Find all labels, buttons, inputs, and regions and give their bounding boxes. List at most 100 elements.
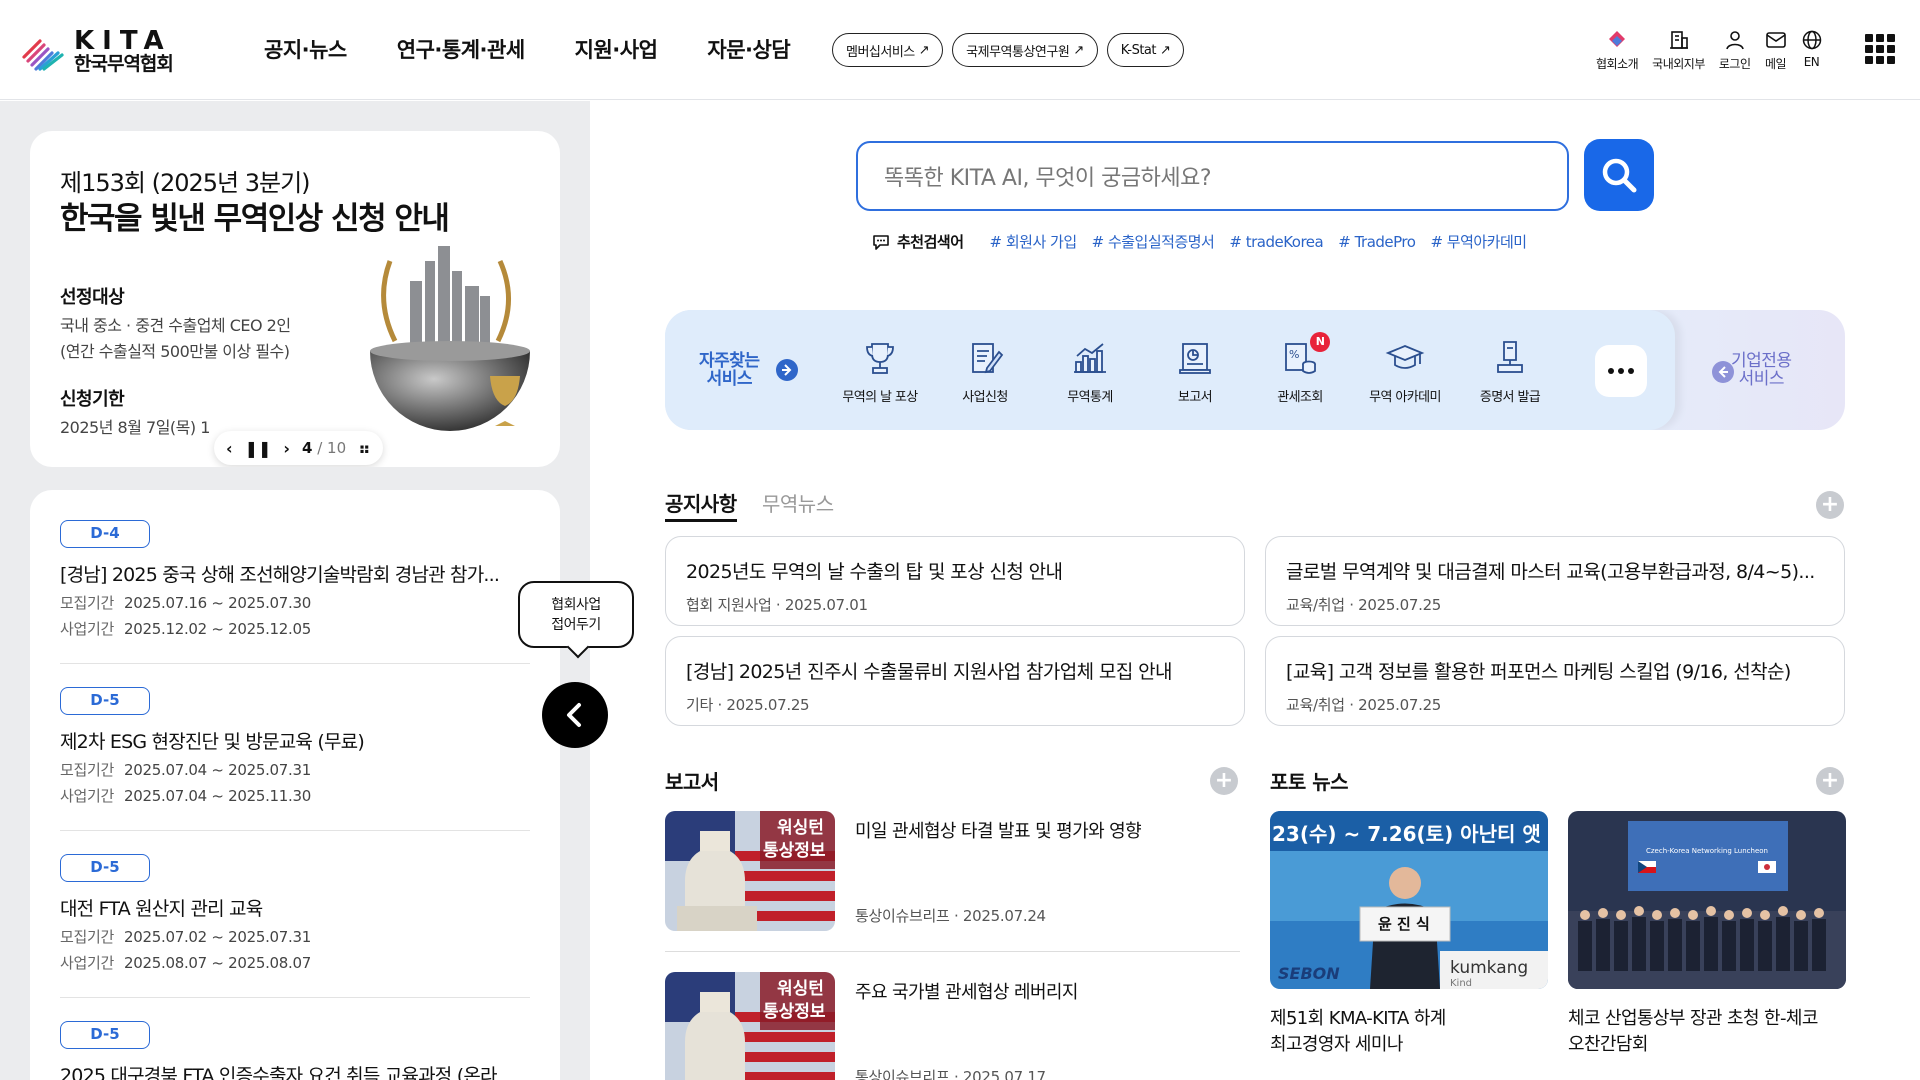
util-mail[interactable]: 메일 xyxy=(1765,29,1787,72)
report-thumbnail: 워싱턴 통상정보 xyxy=(665,972,835,1080)
util-login[interactable]: 로그인 xyxy=(1719,29,1751,72)
notice-meta: 협회 지원사업 · 2025.07.01 xyxy=(686,596,868,614)
list-item[interactable]: D-5 2025 대구경북 FTA 인증수출자 요건 취득 교육과정 (온라 xyxy=(60,1021,530,1080)
promo-banner[interactable]: 제153회 (2025년 3분기) 한국을 빛낸 무역인상 신청 안내 선정대상… xyxy=(30,131,560,467)
keyword-tag[interactable]: # 회원사 가입 xyxy=(990,231,1078,252)
nav-support-projects[interactable]: 지원·사업 xyxy=(575,34,658,64)
iit-link[interactable]: 국제무역통상연구원 ↗ xyxy=(952,33,1098,67)
chevron-left-icon[interactable]: ‹ xyxy=(226,439,233,458)
quick-tariff-lookup[interactable]: N % 관세조회 xyxy=(1250,332,1350,405)
external-links: 멤버십서비스 ↗ 국제무역통상연구원 ↗ K-Stat ↗ xyxy=(832,33,1185,67)
notice-meta: 교육/취업 · 2025.07.25 xyxy=(1286,696,1442,714)
keyword-tag[interactable]: # 무역아카데미 xyxy=(1430,231,1527,252)
recommended-keywords: 추천검색어 # 회원사 가입 # 수출입실적증명서 # tradeKorea #… xyxy=(871,231,1542,252)
notice-meta: 교육/취업 · 2025.07.25 xyxy=(1286,596,1442,614)
notice-more-plus-icon[interactable]: + xyxy=(1816,491,1844,519)
search-input[interactable]: 똑똑한 KITA AI, 무엇이 궁금하세요? xyxy=(856,141,1569,211)
recruit-period: 모집기간 2025.07.02 ~ 2025.07.31 xyxy=(60,927,530,948)
quick-certificate[interactable]: 증명서 발급 xyxy=(1460,338,1560,405)
podium-subtext: Kind xyxy=(1450,978,1472,989)
photo-thumbnail[interactable]: 23(수) ~ 7.26(토) 아난티 앳 부 윤 진 식 kumkang Ki… xyxy=(1270,811,1548,989)
report-item[interactable]: 워싱턴 통상정보 주요 국가별 관세협상 레버리지 통상이슈브리프 · 2025… xyxy=(665,972,1240,1080)
external-arrow-icon: ↗ xyxy=(1073,42,1084,58)
dday-badge: D-4 xyxy=(60,520,150,548)
grid-view-icon[interactable]: ⠶ xyxy=(358,439,371,458)
recruit-period: 모집기간 2025.07.16 ~ 2025.07.30 xyxy=(60,593,530,614)
photo-more-plus-icon[interactable]: + xyxy=(1816,767,1844,795)
chevron-right-icon[interactable]: › xyxy=(283,439,290,458)
pause-icon[interactable]: ❚❚ xyxy=(245,439,272,458)
photo-caption-line1: 제51회 KMA-KITA 하계 xyxy=(1270,1008,1446,1029)
quick-label: 무역의 날 포상 xyxy=(842,390,918,405)
search-icon xyxy=(1602,158,1637,193)
notice-card[interactable]: 글로벌 무역계약 및 대금결제 마스터 교육(고용부환급과정, 8/4~5)..… xyxy=(1265,536,1845,626)
kstat-link[interactable]: K-Stat ↗ xyxy=(1106,33,1185,67)
recruit-label: 모집기간 xyxy=(60,928,115,946)
membership-link[interactable]: 멤버십서비스 ↗ xyxy=(832,33,944,67)
util-english[interactable]: EN xyxy=(1801,29,1823,72)
report-date: 2025.07.24 xyxy=(962,907,1046,925)
search-button[interactable] xyxy=(1584,139,1654,211)
bar-chart-icon xyxy=(1074,343,1106,373)
thumb-text-2: 통상정보 xyxy=(763,1002,826,1022)
promo-target-line2: (연간 수출실적 500만불 이상 필수) xyxy=(60,342,290,361)
quick-trade-stats[interactable]: 무역통계 xyxy=(1040,338,1140,405)
photo-thumbnail[interactable]: Czech-Korea Networking Luncheon xyxy=(1568,811,1846,989)
util-about[interactable]: 협회소개 xyxy=(1596,29,1639,72)
keyword-tag[interactable]: # 수출입실적증명서 xyxy=(1092,231,1215,252)
report-meta: 통상이슈브리프 · 2025.07.24 xyxy=(855,907,1046,925)
promo-target-line1: 국내 중소 · 중견 수출업체 CEO 2인 xyxy=(60,316,291,335)
corporate-services-label[interactable]: 기업전용 서비스 xyxy=(1731,352,1792,388)
building-icon xyxy=(1669,31,1688,49)
photo-caption[interactable]: 제51회 KMA-KITA 하계 최고경영자 세미나 xyxy=(1270,1006,1446,1058)
nav-research-stats[interactable]: 연구·통계·관세 xyxy=(397,34,525,64)
quick-trade-day-award[interactable]: 무역의 날 포상 xyxy=(830,338,930,405)
nav-consulting[interactable]: 자문·상담 xyxy=(707,34,790,64)
report-thumbnail: 워싱턴 통상정보 xyxy=(665,811,835,931)
report-date: 2025.07.17 xyxy=(962,1068,1046,1080)
quick-reports[interactable]: 보고서 xyxy=(1145,338,1245,405)
project-label: 사업기간 xyxy=(60,954,115,972)
report-title: 미일 관세협상 타결 발표 및 평가와 영향 xyxy=(855,821,1142,842)
list-item[interactable]: D-5 대전 FTA 원산지 관리 교육 모집기간 2025.07.02 ~ 20… xyxy=(60,854,530,998)
certificate-icon xyxy=(1497,341,1523,373)
arrow-left-circle-icon[interactable] xyxy=(1711,360,1735,384)
collapse-panel-button[interactable] xyxy=(542,682,608,748)
user-icon xyxy=(1725,31,1744,50)
more-services-button[interactable] xyxy=(1595,345,1647,397)
keyword-tag[interactable]: # tradeKorea xyxy=(1229,233,1323,251)
util-branches[interactable]: 국내외지부 xyxy=(1652,29,1705,72)
list-item[interactable]: D-4 [경남] 2025 중국 상해 조선해양기술박람회 경남관 참가... … xyxy=(60,520,530,664)
promo-title: 한국을 빛낸 무역인상 신청 안내 xyxy=(60,201,450,237)
tab-notices[interactable]: 공지사항 xyxy=(665,488,737,522)
nav-notice-news[interactable]: 공지·뉴스 xyxy=(264,34,347,64)
report-title: 주요 국가별 관세협상 레버리지 xyxy=(855,982,1078,1003)
tab-trade-news[interactable]: 무역뉴스 xyxy=(762,488,834,517)
keyword-tag[interactable]: # TradePro xyxy=(1338,233,1416,251)
photo-news-heading: 포토 뉴스 xyxy=(1270,770,1349,794)
kstat-link-label: K-Stat xyxy=(1120,42,1157,58)
photo-caption[interactable]: 체코 산업통상부 장관 초청 한-체코 오찬간담회 xyxy=(1568,1006,1818,1058)
frequent-label-line1: 자주찾는 xyxy=(699,351,760,371)
project-label: 사업기간 xyxy=(60,620,115,638)
list-item[interactable]: D-5 제2차 ESG 현장진단 및 방문교육 (무료) 모집기간 2025.07… xyxy=(60,687,530,831)
arrow-right-circle-icon[interactable] xyxy=(775,358,799,382)
quick-trade-academy[interactable]: 무역 아카데미 xyxy=(1355,338,1455,405)
notice-card[interactable]: [경남] 2025년 진주시 수출물류비 지원사업 참가업체 모집 안내 기타 … xyxy=(665,636,1245,726)
quick-project-apply[interactable]: 사업신청 xyxy=(935,338,1035,405)
thumb-text-1: 워싱턴 xyxy=(777,818,824,838)
notice-card[interactable]: 2025년도 무역의 날 수출의 탑 및 포상 신청 안내 협회 지원사업 · … xyxy=(665,536,1245,626)
util-login-label: 로그인 xyxy=(1718,57,1751,71)
external-arrow-icon: ↗ xyxy=(1159,42,1171,58)
all-menu-grid-icon[interactable] xyxy=(1865,34,1895,64)
corporate-label-line2: 서비스 xyxy=(1738,369,1785,389)
report-item[interactable]: 워싱턴 통상정보 미일 관세협상 타결 발표 및 평가와 영향 통상이슈브리프 … xyxy=(665,811,1240,952)
globe-city-trophy-image xyxy=(370,246,530,431)
new-badge: N xyxy=(1310,332,1330,352)
kita-logo[interactable]: KITA 한국무역협회 xyxy=(20,28,174,74)
globe-icon xyxy=(1802,30,1821,50)
report-icon xyxy=(1179,343,1211,374)
reports-more-plus-icon[interactable]: + xyxy=(1210,767,1238,795)
notice-card[interactable]: [교육] 고객 정보를 활용한 퍼포먼스 마케팅 스킬업 (9/16, 선착순)… xyxy=(1265,636,1845,726)
graduation-cap-icon xyxy=(1385,345,1425,369)
